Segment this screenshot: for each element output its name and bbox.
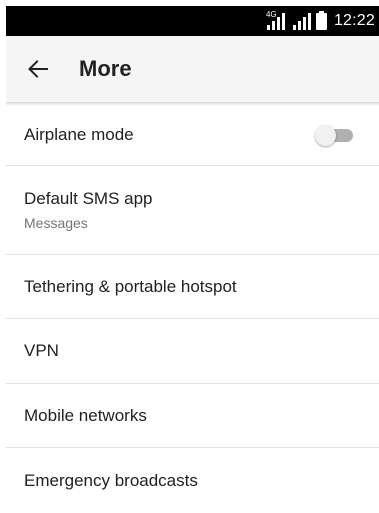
list-item-vpn[interactable]: VPN xyxy=(6,319,379,384)
clock: 12:22 xyxy=(333,12,375,29)
airplane-mode-toggle[interactable] xyxy=(315,124,355,146)
item-title: Tethering & portable hotspot xyxy=(24,276,237,296)
item-title: Default SMS app xyxy=(24,189,153,208)
item-title: VPN xyxy=(24,341,59,360)
item-subtitle: Messages xyxy=(24,215,88,231)
list-item-mobile-networks[interactable]: Mobile networks xyxy=(6,384,379,448)
network-type-label: 4G xyxy=(265,10,277,19)
list-item-default-sms-app[interactable]: Default SMS app Messages xyxy=(6,166,379,255)
app-bar: More xyxy=(6,36,379,102)
page-title: More xyxy=(79,56,132,81)
signal-icon xyxy=(292,12,311,30)
toggle-thumb xyxy=(315,124,336,146)
item-title: Mobile networks xyxy=(24,405,147,425)
signal-4g-icon: 4G xyxy=(265,10,288,30)
item-title: Emergency broadcasts xyxy=(24,470,198,490)
list-item-airplane-mode[interactable]: Airplane mode xyxy=(6,104,379,166)
list-item-emergency-broadcasts[interactable]: Emergency broadcasts xyxy=(6,448,379,513)
back-button[interactable] xyxy=(14,45,62,93)
battery-icon xyxy=(315,10,327,30)
settings-list: Airplane mode Default SMS app Messages T… xyxy=(6,104,379,513)
arrow-left-icon xyxy=(28,60,48,78)
status-bar: 4G 12:22 xyxy=(6,6,379,36)
list-item-tethering[interactable]: Tethering & portable hotspot xyxy=(6,255,379,319)
